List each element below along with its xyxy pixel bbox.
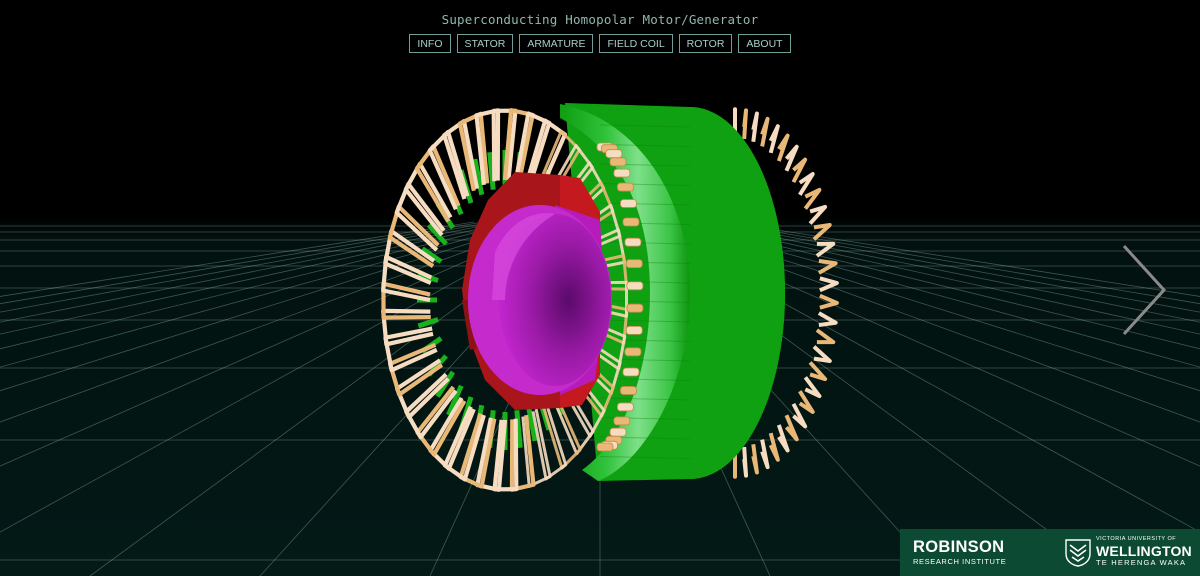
university-crest-icon [1065, 539, 1091, 567]
stator-button[interactable]: STATOR [456, 34, 514, 53]
page-title: Superconducting Homopolar Motor/Generato… [441, 12, 759, 27]
about-button[interactable]: ABOUT [738, 34, 791, 53]
vuw-name: WELLINGTON [1096, 542, 1192, 559]
info-button[interactable]: INFO [409, 34, 451, 53]
rotor-button[interactable]: ROTOR [678, 34, 733, 53]
vuw-maori-name: TE HERENGA WAKA [1096, 557, 1187, 567]
robinson-subtitle: RESEARCH INSTITUTE [913, 556, 1007, 566]
robinson-logo[interactable]: ROBINSON RESEARCH INSTITUTE [913, 539, 1006, 565]
vuw-top-line: VICTORIA UNIVERSITY OF [1096, 536, 1177, 542]
section-nav: INFO STATOR ARMATURE FIELD COIL ROTOR AB… [0, 34, 1200, 53]
armature-button[interactable]: ARMATURE [519, 34, 594, 53]
viewer-stage[interactable]: Superconducting Homopolar Motor/Generato… [0, 0, 1200, 576]
field-coil-button[interactable]: FIELD COIL [599, 34, 673, 53]
3d-scene[interactable] [0, 0, 1200, 576]
vuw-logo[interactable]: VICTORIA UNIVERSITY OF WELLINGTON TE HER… [1096, 536, 1192, 567]
robinson-name: ROBINSON [913, 538, 1005, 556]
rotor [468, 205, 612, 395]
footer-logo-bar: ROBINSON RESEARCH INSTITUTE VICTORIA UNI… [900, 529, 1200, 576]
